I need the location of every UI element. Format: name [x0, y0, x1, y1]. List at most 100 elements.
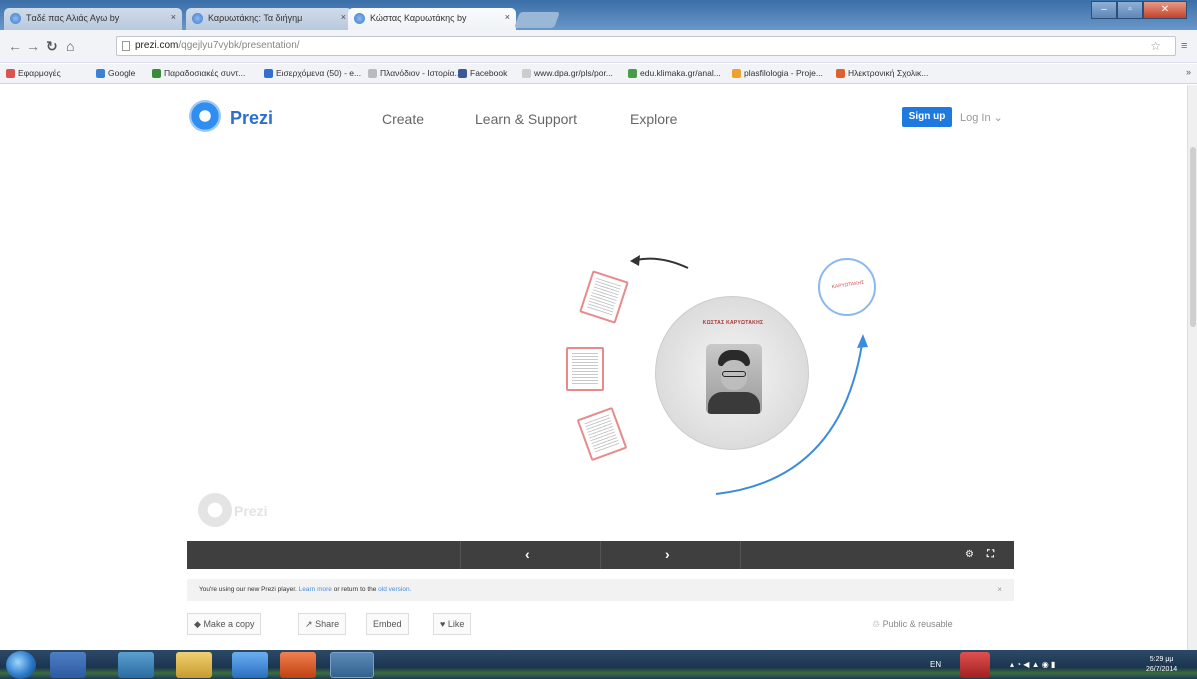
system-clock[interactable]: 5:29 μμ 26/7/2014 — [1146, 655, 1177, 675]
notice-text: You're using our new Prezi player. — [199, 586, 297, 593]
media-taskbar-icon[interactable] — [118, 652, 154, 678]
back-arrow-icon[interactable]: ← — [8, 38, 22, 54]
bookmark-item[interactable]: www.dpa.gr/pls/por... — [522, 68, 613, 78]
bookmark-item[interactable]: Παραδοσιακές συντ... — [152, 68, 245, 78]
new-tab-button[interactable] — [514, 12, 560, 28]
bookmark-item[interactable]: Ηλεκτρονική Σχολικ... — [836, 68, 928, 78]
heart-icon: ♥ — [440, 619, 446, 629]
embed-button[interactable]: Embed — [366, 613, 409, 635]
notice-close-icon[interactable]: × — [997, 585, 1002, 594]
old-version-link[interactable]: old version. — [378, 586, 411, 593]
tray-icons[interactable]: ▴ ◔ ◀ ▲ ◉ ▮ — [1010, 660, 1055, 669]
url-path: /qgejlyu7vybk/presentation/ — [178, 40, 300, 51]
tab-favicon-icon — [10, 13, 21, 24]
apps-icon — [6, 69, 15, 78]
slide-card[interactable] — [566, 347, 604, 391]
bookmark-item[interactable]: edu.klimaka.gr/anal... — [628, 68, 721, 78]
previous-step-button[interactable]: ‹ — [525, 546, 530, 562]
tab-close-icon[interactable]: × — [341, 12, 346, 22]
make-copy-button[interactable]: ◆ Make a copy — [187, 613, 262, 635]
site-icon — [628, 69, 637, 78]
bookmark-item[interactable]: Google — [96, 68, 135, 78]
bookmark-star-icon[interactable]: ☆ — [1150, 37, 1161, 55]
nav-explore[interactable]: Explore — [630, 111, 677, 127]
language-indicator[interactable]: EN — [930, 660, 941, 669]
tab-favicon-icon — [192, 13, 203, 24]
settings-gear-icon[interactable]: ⚙ — [965, 549, 974, 560]
side-frame-label: ΚΑΡΥΩΤΑΚΗΣ — [831, 279, 865, 291]
facebook-icon — [458, 69, 467, 78]
bookmark-item[interactable]: Εφαρμογές — [6, 68, 61, 78]
portrait-image — [706, 344, 762, 414]
prezi-watermark-text: Prezi — [234, 503, 268, 519]
url-host: prezi.com — [135, 40, 179, 51]
prezi-watermark-icon — [198, 493, 232, 527]
tab-strip: Tαδέ πας Αλιάς Αγω by × Καρυωτάκης: Τα δ… — [0, 0, 1197, 30]
sign-up-button[interactable]: Sign up — [902, 107, 952, 127]
reload-icon[interactable]: ↻ — [46, 38, 58, 55]
tray-app-icon[interactable] — [960, 652, 990, 678]
notice-text-mid: or return to the — [333, 586, 377, 593]
tab-close-icon[interactable]: × — [505, 12, 510, 22]
nav-create[interactable]: Create — [382, 111, 424, 127]
tab-title: Καρυωτάκης: Τα διήγημ — [208, 13, 303, 23]
site-icon — [732, 69, 741, 78]
bookmark-item[interactable]: Facebook — [458, 68, 507, 78]
page-icon — [122, 41, 130, 51]
player-bar: ‹ › ⚙ ⛶ — [187, 541, 1014, 569]
powerpoint-taskbar-icon[interactable] — [280, 652, 316, 678]
bookmark-item[interactable]: Πλανόδιον - Ιστορία... — [368, 68, 462, 78]
more-bookmarks-icon[interactable]: » — [1186, 67, 1191, 77]
site-icon — [836, 69, 845, 78]
bookmark-item[interactable]: Εισερχόμενα (50) - e... — [264, 68, 361, 78]
forward-arrow-head — [857, 334, 868, 348]
mail-icon — [264, 69, 273, 78]
tab-title: Κώστας Καρυωτάκης by — [370, 13, 467, 23]
site-icon — [152, 69, 161, 78]
back-arrow-path — [635, 257, 689, 269]
frame-title: ΚΩΣΤΑΣ ΚΑΡΥΩΤΑΚΗΣ — [702, 320, 764, 326]
back-arrow-head — [630, 255, 640, 266]
tab-close-icon[interactable]: × — [171, 12, 176, 22]
clock-date: 26/7/2014 — [1146, 666, 1178, 673]
prezi-logo-icon[interactable] — [189, 100, 221, 132]
fullscreen-icon[interactable]: ⛶ — [987, 549, 994, 560]
tab-title: Tαδέ πας Αλιάς Αγω by — [26, 13, 120, 23]
share-icon: ↗ — [305, 619, 313, 629]
nav-learn-support[interactable]: Learn & Support — [475, 111, 577, 127]
minimize-icon[interactable]: – — [1091, 1, 1117, 19]
chrome-taskbar-icon[interactable] — [330, 652, 374, 678]
prezi-logo-text[interactable]: Prezi — [230, 108, 273, 129]
clock-time: 5:29 μμ — [1149, 656, 1174, 663]
ie-taskbar-icon[interactable] — [232, 652, 268, 678]
like-button[interactable]: ♥ Like — [433, 613, 472, 635]
maximize-icon[interactable]: ▫ — [1117, 1, 1143, 19]
page-icon — [368, 69, 377, 78]
next-step-button[interactable]: › — [665, 546, 670, 562]
close-window-icon[interactable]: ✕ — [1143, 1, 1187, 19]
log-in-dropdown[interactable]: Log In ⌄ — [960, 111, 1003, 124]
page-scrollbar[interactable] — [1187, 85, 1197, 650]
learn-more-link[interactable]: Learn more — [299, 586, 332, 593]
recycle-icon: ♲ — [872, 619, 881, 629]
share-button[interactable]: ↗ Share — [298, 613, 347, 635]
start-button-icon[interactable] — [6, 651, 36, 679]
home-icon[interactable]: ⌂ — [66, 38, 74, 54]
bookmarks-bar: Εφαρμογές Google Παραδοσιακές συντ... Ει… — [0, 64, 1197, 84]
word-taskbar-icon[interactable] — [50, 652, 86, 678]
player-notice: You're using our new Prezi player. Learn… — [187, 579, 1014, 601]
window-controls: – ▫ ✕ — [1091, 1, 1187, 21]
browser-tab-3[interactable]: Κώστας Καρυωτάκης by × — [348, 8, 516, 30]
address-bar[interactable]: prezi.com/qgejlyu7vybk/presentation/ ☆ — [116, 36, 1176, 56]
forward-arrow-icon[interactable]: → — [26, 38, 40, 54]
explorer-taskbar-icon[interactable] — [176, 652, 212, 678]
bookmark-item[interactable]: plasfilologia - Proje... — [732, 68, 823, 78]
browser-menu-icon[interactable]: ≡ — [1181, 40, 1187, 52]
browser-tab-1[interactable]: Tαδέ πας Αλιάς Αγω by × — [4, 8, 182, 30]
page-icon — [522, 69, 531, 78]
public-reusable-label: ♲ Public & reusable — [872, 619, 953, 629]
tab-favicon-icon — [354, 13, 365, 24]
side-frame-circle[interactable]: ΚΑΡΥΩΤΑΚΗΣ — [818, 258, 876, 316]
browser-tab-2[interactable]: Καρυωτάκης: Τα διήγημ × — [186, 8, 352, 30]
scrollbar-thumb[interactable] — [1190, 147, 1196, 327]
